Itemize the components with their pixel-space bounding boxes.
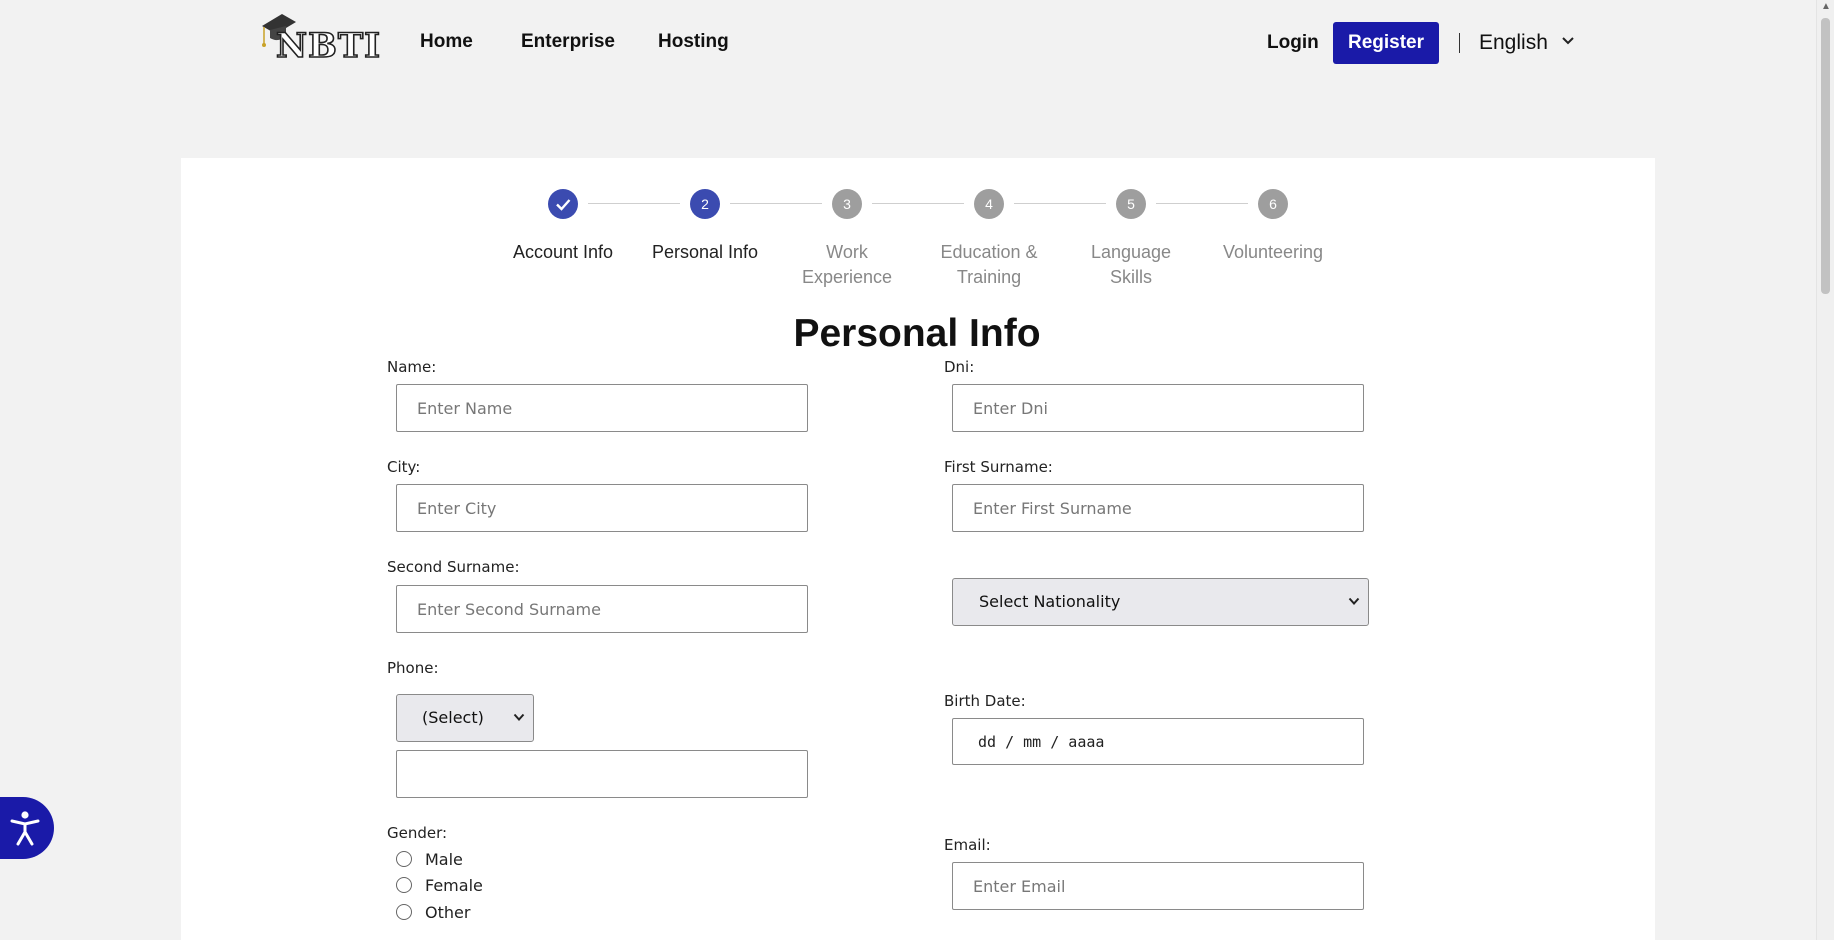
language-divider [1459, 33, 1460, 53]
scrollbar-thumb[interactable] [1821, 18, 1830, 294]
top-navbar: NBTI Home Enterprise Hosting Login Regis… [0, 0, 1816, 90]
gender-other-radio[interactable] [396, 904, 412, 920]
nationality-select[interactable]: Select Nationality [952, 578, 1369, 626]
accessibility-button[interactable] [0, 797, 54, 859]
step-4-label[interactable]: Education & Training [919, 240, 1059, 290]
nav-enterprise[interactable]: Enterprise [521, 31, 615, 53]
gender-other-label: Other [425, 903, 471, 922]
step-5-label[interactable]: Language Skills [1061, 240, 1201, 290]
accessibility-person-icon [10, 811, 40, 846]
step-3-label[interactable]: Work Experience [777, 240, 917, 290]
phone-label: Phone: [387, 659, 439, 677]
step-connector [872, 203, 964, 204]
step-1-circle[interactable] [548, 189, 578, 219]
step-3-circle[interactable]: 3 [832, 189, 862, 219]
name-label: Name: [387, 358, 437, 376]
first-surname-input[interactable] [952, 484, 1364, 532]
email-label: Email: [944, 836, 991, 854]
step-connector [1156, 203, 1248, 204]
step-2-label[interactable]: Personal Info [635, 240, 775, 265]
login-link[interactable]: Login [1267, 32, 1319, 54]
email-input[interactable] [952, 862, 1364, 910]
page-title: Personal Info [793, 312, 1041, 355]
dni-input[interactable] [952, 384, 1364, 432]
step-1-label[interactable]: Account Info [493, 240, 633, 265]
checkmark-icon [556, 199, 571, 211]
second-surname-input[interactable] [396, 585, 808, 633]
registration-card [181, 158, 1655, 940]
gender-female-label: Female [425, 876, 483, 895]
gender-male-label: Male [425, 850, 463, 869]
phone-code-select[interactable]: (Select) [396, 694, 534, 742]
city-input[interactable] [396, 484, 808, 532]
nav-home[interactable]: Home [420, 31, 473, 53]
dni-label: Dni: [944, 358, 975, 376]
chevron-down-icon[interactable] [1561, 36, 1575, 46]
gender-female-radio[interactable] [396, 877, 412, 893]
first-surname-label: First Surname: [944, 458, 1053, 476]
logo-text: NBTI [275, 25, 382, 67]
birth-date-label: Birth Date: [944, 692, 1026, 710]
step-6-circle[interactable]: 6 [1258, 189, 1288, 219]
language-selector[interactable]: English [1479, 31, 1548, 55]
page-scrollbar[interactable]: ▲ [1816, 0, 1834, 940]
step-5-circle[interactable]: 5 [1116, 189, 1146, 219]
city-label: City: [387, 458, 421, 476]
birth-date-placeholder: dd / mm / aaaa [978, 733, 1105, 751]
chevron-down-icon [513, 713, 525, 721]
step-6-label[interactable]: Volunteering [1203, 240, 1343, 265]
step-2-circle[interactable]: 2 [690, 189, 720, 219]
gender-male-radio[interactable] [396, 851, 412, 867]
phone-input[interactable] [396, 750, 808, 798]
name-input[interactable] [396, 384, 808, 432]
step-connector [1014, 203, 1106, 204]
step-4-circle[interactable]: 4 [974, 189, 1004, 219]
chevron-down-icon [1348, 597, 1360, 605]
nationality-value: Select Nationality [979, 592, 1121, 611]
second-surname-label: Second Surname: [387, 558, 520, 576]
scroll-up-arrow-icon[interactable]: ▲ [1821, 2, 1831, 12]
phone-code-value: (Select) [422, 708, 484, 727]
register-button[interactable]: Register [1333, 22, 1439, 64]
gender-label: Gender: [387, 824, 448, 842]
step-connector [730, 203, 822, 204]
nbti-logo[interactable]: NBTI [258, 10, 381, 67]
nav-hosting[interactable]: Hosting [658, 31, 729, 53]
step-connector [588, 203, 680, 204]
